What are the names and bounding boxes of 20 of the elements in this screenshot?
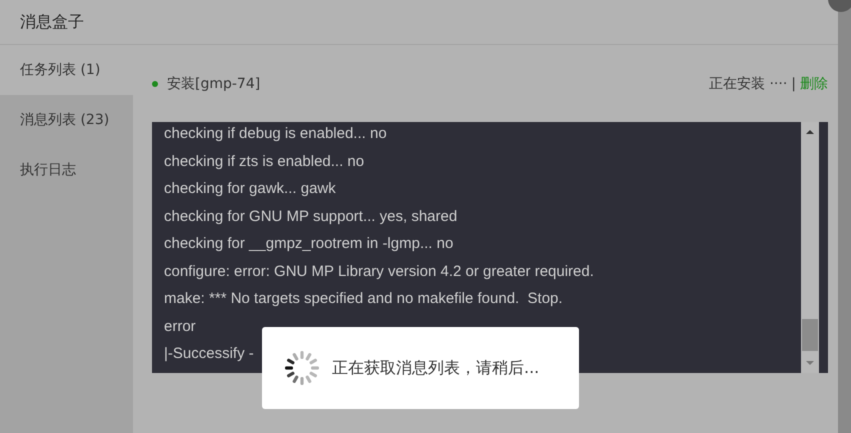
scroll-down-icon[interactable]: [805, 359, 815, 367]
scrollbar-thumb[interactable]: [802, 319, 818, 351]
log-line: checking if debug is enabled... no: [164, 124, 387, 144]
log-line: configure: error: GNU MP Library version 4.2 or greater required.: [164, 262, 594, 282]
log-line: checking for __gmpz_rootrem in -lgmp... no: [164, 234, 454, 254]
task-status: 正在安装 ····: [709, 74, 788, 92]
scrollbar[interactable]: [801, 122, 819, 373]
log-line: |-Successify -: [164, 344, 254, 364]
log-line: checking for GNU MP support... yes, shared: [164, 206, 458, 226]
task-name: 安装[gmp-74]: [167, 74, 260, 92]
log-line: error: [164, 316, 196, 336]
spinner-icon: [282, 348, 322, 388]
window-title: 消息盒子: [20, 12, 84, 32]
log-line: make: *** No targets specified and no makefile found. Stop.: [164, 289, 563, 309]
loading-message: 正在获取消息列表，请稍后...: [332, 358, 540, 378]
scroll-up-icon[interactable]: [805, 128, 815, 136]
sidebar-item[interactable]: 任务列表 (1): [0, 45, 133, 95]
separator-text: |: [791, 76, 796, 92]
log-line: checking if zts is enabled... no: [164, 152, 364, 172]
log-line: checking for gawk... gawk: [164, 179, 336, 199]
